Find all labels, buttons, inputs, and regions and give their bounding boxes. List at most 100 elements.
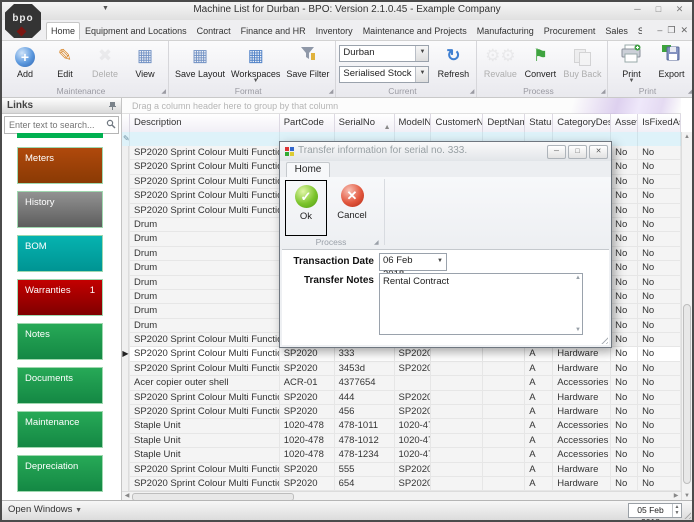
column-header-customername[interactable]: CustomerName (431, 114, 483, 132)
dialog-tab-home[interactable]: Home (286, 162, 330, 178)
chevron-down-icon[interactable]: ▼ (415, 67, 428, 82)
group-launcher-icon[interactable]: ◢ (329, 88, 334, 95)
durban-select[interactable]: Durban▼ (339, 45, 429, 62)
column-header-partcode[interactable]: PartCode (280, 114, 335, 132)
window-maximize-button[interactable]: □ (650, 3, 667, 16)
group-launcher-icon[interactable]: ◢ (470, 88, 475, 95)
edit-button[interactable]: ✎Edit (45, 43, 85, 80)
save-filter-button[interactable]: Save Filter (283, 43, 332, 80)
cancel-button[interactable]: ✕ Cancel (332, 180, 372, 234)
column-header-deptname[interactable]: DeptName (483, 114, 525, 132)
table-row[interactable]: SP2020 Sprint Colour Multi Functional Co… (122, 477, 681, 491)
filter-cell[interactable] (611, 132, 638, 146)
table-row[interactable]: SP2020 Sprint Colour Multi Functional Co… (122, 463, 681, 477)
dialog-minimize-button[interactable]: ─ (547, 145, 566, 159)
convert-button[interactable]: ⚑Convert (520, 43, 560, 80)
print-button[interactable]: Print▼ (611, 43, 651, 85)
dialog-resize-grip[interactable] (599, 335, 608, 344)
mdi-restore-button[interactable]: ❐ (667, 24, 675, 36)
sidebar-item-warranties[interactable]: Warranties1 (17, 279, 103, 316)
add-button[interactable]: +Add (5, 43, 45, 80)
column-header-isfixedasset[interactable]: IsFixedAsset (638, 114, 681, 132)
status-date-field[interactable]: 05 Feb 2018 ▲▼ (628, 503, 682, 518)
vertical-scroll-thumb[interactable] (683, 304, 691, 484)
cell-categorydesc: Hardware (553, 405, 611, 419)
column-header-status[interactable]: Status (525, 114, 553, 132)
tab-sales[interactable]: Sales (600, 22, 633, 40)
sidebar-item-documents[interactable]: Documents (17, 367, 103, 404)
chevron-down-icon[interactable]: ▼ (434, 254, 446, 270)
tab-equipment-and-locations[interactable]: Equipment and Locations (80, 22, 192, 40)
sidebar-item-depreciation[interactable]: Depreciation (17, 455, 103, 492)
window-close-button[interactable]: ✕ (671, 3, 688, 16)
window-minimize-button[interactable]: ─ (629, 3, 646, 16)
save-layout-button[interactable]: ▦Save Layout (172, 43, 228, 80)
view-button[interactable]: ▦View (125, 43, 165, 80)
search-input[interactable] (7, 118, 103, 132)
cell-asset: No (611, 477, 638, 491)
ok-button[interactable]: ✓ Ok (285, 180, 327, 236)
sidebar-item-meters[interactable]: Meters (17, 147, 103, 184)
group-launcher-icon[interactable]: ◢ (601, 88, 606, 95)
tab-procurement[interactable]: Procurement (539, 22, 601, 40)
table-row[interactable]: Staple Unit1020-478478-10111020-478AAcce… (122, 419, 681, 433)
app-logo-text: bpo (12, 13, 33, 24)
column-header-modelno[interactable]: ModelNo (395, 114, 432, 132)
sidebar-item-maintenance[interactable]: Maintenance (17, 411, 103, 448)
scroll-up-icon[interactable]: ▲ (682, 132, 692, 142)
transfer-notes-input[interactable]: Rental Contract ▲ ▼ (379, 273, 583, 335)
open-windows-button[interactable]: Open Windows ▼ (8, 504, 82, 515)
vertical-scrollbar[interactable]: ▲ ▼ (681, 132, 692, 501)
tab-home[interactable]: Home (46, 22, 80, 40)
sidebar-item-history[interactable]: History (17, 191, 103, 228)
pin-icon[interactable] (108, 101, 117, 110)
date-spinner[interactable]: ▲▼ (672, 504, 681, 517)
group-launcher-icon[interactable]: ◢ (374, 239, 379, 246)
table-row[interactable]: SP2020 Sprint Colour Multi Functional Co… (122, 405, 681, 419)
sidebar-item-bom[interactable]: BOM (17, 235, 103, 272)
column-header-serialno[interactable]: SerialNo▲ (335, 114, 395, 132)
group-launcher-icon[interactable]: ◢ (688, 88, 693, 95)
group-launcher-icon[interactable]: ◢ (161, 88, 166, 95)
column-header-asset[interactable]: Asset (611, 114, 638, 132)
window-resize-grip[interactable] (682, 510, 691, 519)
tab-finance-and-hr[interactable]: Finance and HR (236, 22, 311, 40)
table-row[interactable]: Acer copier outer shellACR-014377654AAcc… (122, 376, 681, 390)
table-row[interactable]: Staple Unit1020-478478-12341020-478AAcce… (122, 448, 681, 462)
notes-scroll-up-icon[interactable]: ▲ (575, 275, 581, 281)
tab-contract[interactable]: Contract (192, 22, 236, 40)
export-button[interactable]: Export (651, 43, 691, 80)
mdi-close-button[interactable]: ✕ (680, 24, 688, 36)
chevron-down-icon[interactable]: ▼ (415, 46, 428, 61)
serialised-stock-select[interactable]: Serialised Stock▼ (339, 66, 429, 83)
cell-customername (431, 405, 483, 419)
cell-status: A (525, 463, 553, 477)
tab-service[interactable]: Service (633, 22, 642, 40)
notes-scroll-down-icon[interactable]: ▼ (575, 327, 581, 333)
tab-manufacturing[interactable]: Manufacturing (472, 22, 539, 40)
table-row[interactable]: SP2020 Sprint Colour Multi Functional Co… (122, 391, 681, 405)
table-row[interactable]: Staple Unit1020-478478-10121020-478AAcce… (122, 434, 681, 448)
app-logo[interactable]: bpo (5, 4, 41, 38)
group-by-panel[interactable]: Drag a column header here to group by th… (122, 98, 681, 114)
ribbon: +Add✎Edit✖Delete▦ViewMaintenance◢▦Save L… (2, 41, 692, 98)
filter-cell[interactable] (130, 132, 280, 146)
refresh-button[interactable]: ↻Refresh (433, 43, 473, 80)
filter-cell[interactable] (638, 132, 681, 146)
quick-access-dropdown-icon[interactable]: ▼ (102, 5, 109, 12)
column-header-description[interactable]: Description (130, 114, 280, 132)
sidebar-item-notes[interactable]: Notes (17, 323, 103, 360)
table-row[interactable]: ▶SP2020 Sprint Colour Multi Functional C… (122, 347, 681, 361)
dialog-maximize-button[interactable]: □ (568, 145, 587, 159)
sidebar-item-label: History (25, 197, 55, 208)
transaction-date-picker[interactable]: 06 Feb 2018 ▼ (379, 253, 447, 271)
workspaces-button[interactable]: ▦Workspaces▼ (228, 43, 283, 85)
table-row[interactable]: SP2020 Sprint Colour Multi Functional Co… (122, 362, 681, 376)
mdi-minimize-button[interactable]: – (657, 24, 662, 36)
column-header-categorydesc[interactable]: CategoryDesc (553, 114, 611, 132)
tab-maintenance-and-projects[interactable]: Maintenance and Projects (358, 22, 472, 40)
dialog-close-button[interactable]: ✕ (589, 145, 608, 159)
sidebar-item-partial[interactable] (17, 133, 103, 138)
group-separator (384, 179, 385, 245)
tab-inventory[interactable]: Inventory (311, 22, 358, 40)
